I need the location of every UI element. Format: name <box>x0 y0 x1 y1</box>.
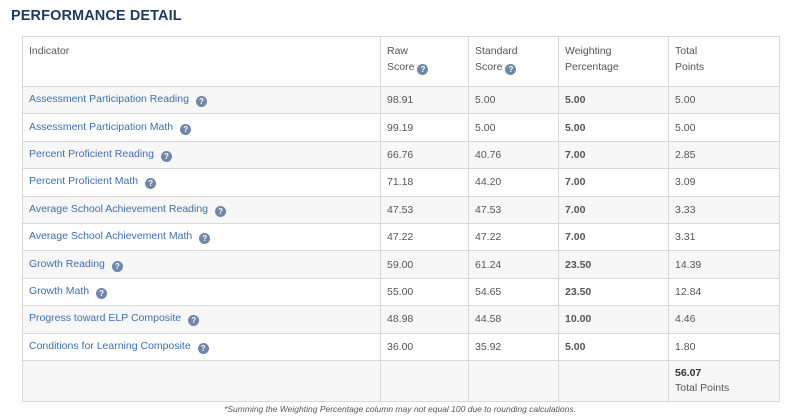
help-icon[interactable]: ? <box>195 96 207 108</box>
help-icon[interactable]: ? <box>417 64 429 75</box>
col-header-raw-score: Raw Score? <box>380 36 469 87</box>
raw-score-cell: 36.00 <box>380 332 469 361</box>
col-header-weighting-percentage: Weighting Percentage <box>558 36 669 87</box>
table-row: Growth Math? 55.00 54.65 23.50 12.84 <box>22 277 780 307</box>
table-row: Growth Reading? 59.00 61.24 23.50 14.39 <box>22 250 780 279</box>
table-row: Assessment Participation Math? 99.19 5.0… <box>22 113 780 142</box>
table-row: Average School Achievement Math? 47.22 4… <box>22 222 780 252</box>
col-header-total-points: Total Points <box>668 36 780 87</box>
raw-score-cell: 59.00 <box>380 250 469 279</box>
indicator-link[interactable]: Percent Proficient Math <box>29 175 138 187</box>
weighting-cell: 5.00 <box>558 113 669 142</box>
raw-score-cell: 99.19 <box>380 113 469 142</box>
standard-score-cell: 5.00 <box>468 85 559 115</box>
standard-score-cell: 47.53 <box>468 195 559 224</box>
performance-table: Indicator Raw Score? Standard Score? Wei… <box>22 36 780 402</box>
table-row: Average School Achievement Reading? 47.5… <box>22 195 780 224</box>
table-row: Percent Proficient Reading? 66.76 40.76 … <box>22 140 780 170</box>
table-row: Percent Proficient Math? 71.18 44.20 7.0… <box>22 168 780 197</box>
standard-score-cell: 35.92 <box>468 332 559 361</box>
weighting-cell: 7.00 <box>558 168 669 197</box>
help-icon[interactable]: ? <box>96 287 108 299</box>
indicator-link[interactable]: Percent Proficient Reading <box>29 148 154 160</box>
raw-score-cell: 47.22 <box>380 222 469 252</box>
table-header-row: Indicator Raw Score? Standard Score? Wei… <box>22 36 780 87</box>
points-cell: 12.84 <box>668 277 780 307</box>
help-icon[interactable]: ? <box>505 64 517 75</box>
help-icon[interactable]: ? <box>215 205 227 217</box>
help-icon[interactable]: ? <box>188 315 200 327</box>
col-header-indicator: Indicator <box>22 36 381 87</box>
raw-score-cell: 55.00 <box>380 277 469 307</box>
help-icon[interactable]: ? <box>199 233 211 245</box>
footnote: *Summing the Weighting Percentage column… <box>224 404 576 414</box>
weighting-cell: 23.50 <box>558 277 669 307</box>
raw-score-cell: 71.18 <box>380 168 469 197</box>
indicator-link[interactable]: Assessment Participation Reading <box>29 93 189 105</box>
weighting-cell: 5.00 <box>558 85 669 115</box>
points-cell: 14.39 <box>668 250 780 279</box>
indicator-link[interactable]: Assessment Participation Math <box>29 121 173 133</box>
total-points-cell: 56.07 Total Points <box>668 359 780 402</box>
table-row: Assessment Participation Reading? 98.91 … <box>22 85 780 115</box>
col-header-standard-score: Standard Score? <box>468 36 559 87</box>
indicator-link[interactable]: Growth Reading <box>29 258 105 270</box>
help-icon[interactable]: ? <box>197 342 209 354</box>
weighting-cell: 7.00 <box>558 140 669 170</box>
indicator-link[interactable]: Average School Achievement Math <box>29 230 192 242</box>
weighting-cell: 5.00 <box>558 332 669 361</box>
indicator-link[interactable]: Average School Achievement Reading <box>29 203 208 215</box>
weighting-cell: 7.00 <box>558 222 669 252</box>
points-cell: 5.00 <box>668 113 780 142</box>
points-cell: 1.80 <box>668 332 780 361</box>
weighting-cell: 10.00 <box>558 305 669 334</box>
points-cell: 3.09 <box>668 168 780 197</box>
total-points-value: 56.07 <box>675 366 702 379</box>
points-cell: 2.85 <box>668 140 780 170</box>
standard-score-cell: 54.65 <box>468 277 559 307</box>
table-row: Progress toward ELP Composite? 48.98 44.… <box>22 305 780 334</box>
weighting-cell: 7.00 <box>558 195 669 224</box>
page-title: PERFORMANCE DETAIL <box>11 8 182 24</box>
standard-score-cell: 61.24 <box>468 250 559 279</box>
indicator-link[interactable]: Conditions for Learning Composite <box>29 340 191 352</box>
table-row: Conditions for Learning Composite? 36.00… <box>22 332 780 361</box>
total-points-label: Total Points <box>675 381 730 394</box>
points-cell: 5.00 <box>668 85 780 115</box>
standard-score-cell: 44.58 <box>468 305 559 334</box>
help-icon[interactable]: ? <box>180 123 192 135</box>
points-cell: 3.31 <box>668 222 780 252</box>
total-row: 56.07 Total Points <box>22 359 780 402</box>
help-icon[interactable]: ? <box>145 178 157 190</box>
indicator-link[interactable]: Growth Math <box>29 285 89 297</box>
raw-score-cell: 47.53 <box>380 195 469 224</box>
raw-score-cell: 48.98 <box>380 305 469 334</box>
standard-score-cell: 44.20 <box>468 168 559 197</box>
weighting-cell: 23.50 <box>558 250 669 279</box>
raw-score-cell: 66.76 <box>380 140 469 170</box>
points-cell: 4.46 <box>668 305 780 334</box>
points-cell: 3.33 <box>668 195 780 224</box>
raw-score-cell: 98.91 <box>380 85 469 115</box>
help-icon[interactable]: ? <box>111 260 123 272</box>
standard-score-cell: 40.76 <box>468 140 559 170</box>
help-icon[interactable]: ? <box>160 150 172 162</box>
standard-score-cell: 5.00 <box>468 113 559 142</box>
standard-score-cell: 47.22 <box>468 222 559 252</box>
indicator-link[interactable]: Progress toward ELP Composite <box>29 312 181 324</box>
